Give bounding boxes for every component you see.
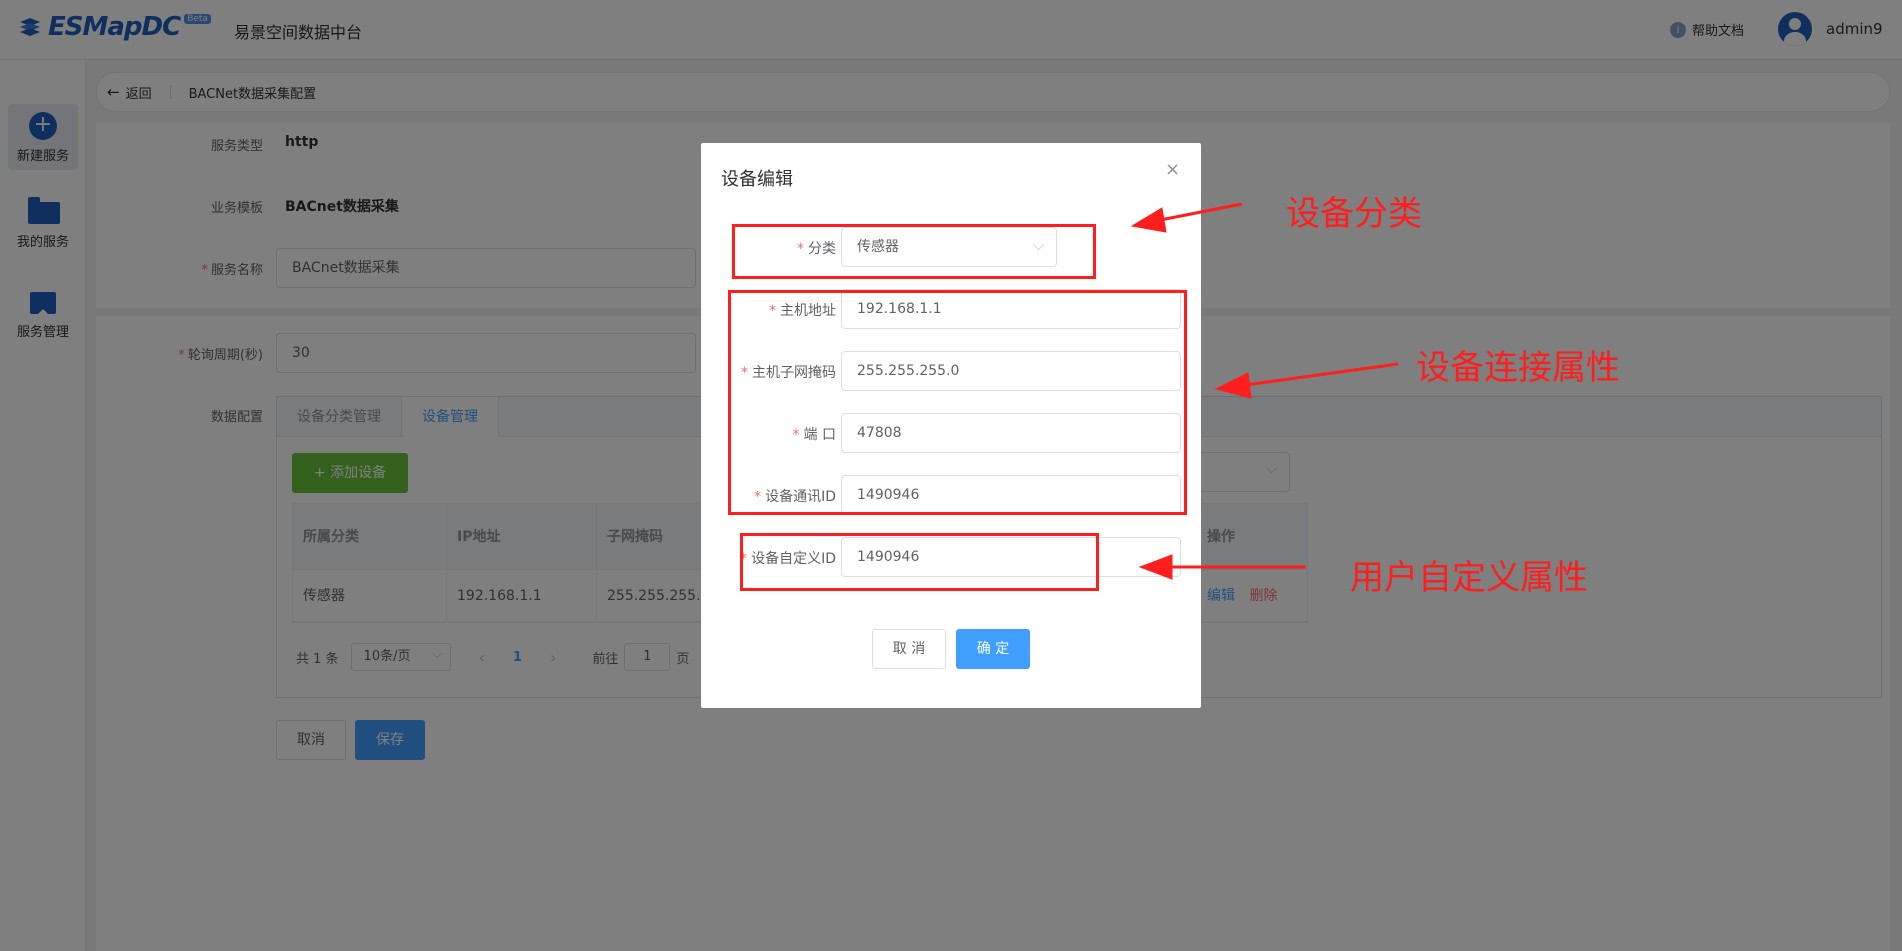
annotation-text-category: 设备分类 [1286,194,1422,234]
annotation-box-category [732,224,1096,279]
close-icon[interactable]: × [1165,159,1180,180]
dialog-confirm-button[interactable]: 确 定 [956,629,1030,669]
dialog-cancel-button[interactable]: 取 消 [872,629,946,669]
dialog-title: 设备编辑 [721,169,793,190]
annotation-text-connection: 设备连接属性 [1416,348,1620,388]
annotation-box-custom [740,533,1099,591]
annotation-text-custom: 用户自定义属性 [1350,558,1588,598]
annotation-box-connection [728,290,1187,515]
